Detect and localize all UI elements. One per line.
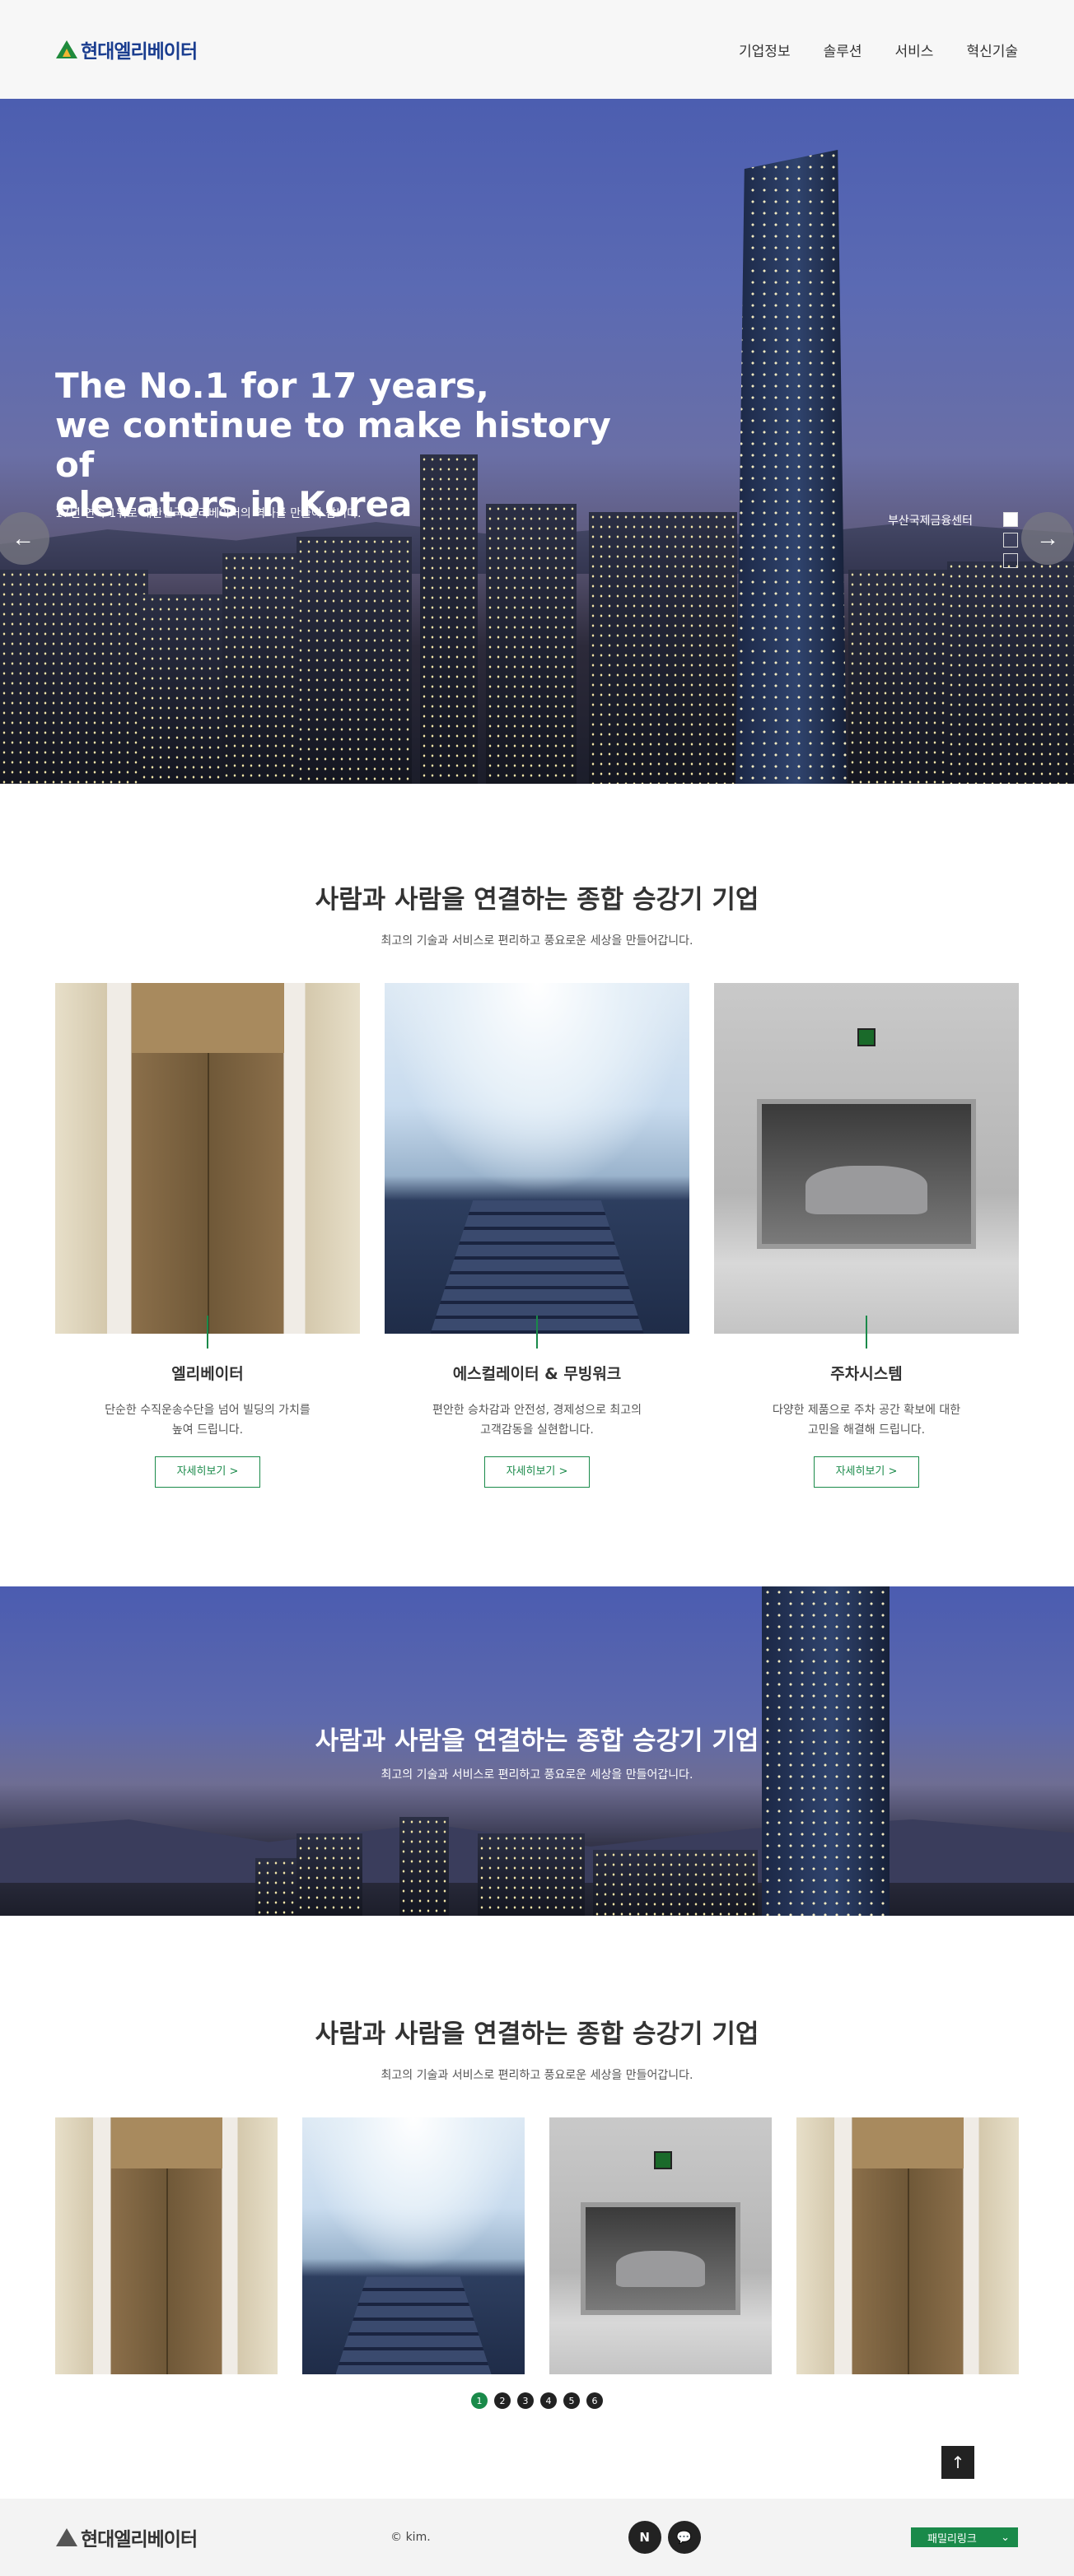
logo-triangle-icon	[56, 2528, 77, 2546]
skyscraper	[735, 150, 847, 784]
arrow-up-icon: ↑	[950, 2453, 965, 2472]
more-button[interactable]: 자세히보기 >	[814, 1456, 919, 1488]
page-dot[interactable]: 4	[540, 2392, 557, 2409]
nav-item-company[interactable]: 기업정보	[739, 40, 791, 60]
site-footer: 현대엘리베이터 © kim. N 💬 패밀리링크 ⌄	[0, 2499, 1074, 2576]
more-button[interactable]: 자세히보기 >	[484, 1456, 590, 1488]
product-card: 에스컬레이터 & 무빙워크 편안한 승차감과 안전성, 경제성으로 최고의 고객…	[385, 983, 689, 1488]
card-title: 엘리베이터	[171, 1365, 244, 1383]
hero-thumb-indicators	[1003, 512, 1018, 568]
logo-text: 현대엘리베이터	[81, 41, 198, 63]
card-description: 단순한 수직운송수단을 넘어 빌딩의 가치를 높여 드립니다.	[105, 1404, 311, 1437]
banner-subtitle: 최고의 기술과 서비스로 편리하고 풍요로운 세상을 만들어갑니다.	[381, 1768, 693, 1782]
parallax-banner: 사람과 사람을 연결하는 종합 승강기 기업 최고의 기술과 서비스로 편리하고…	[0, 1586, 1074, 1916]
card-divider	[866, 1316, 867, 1349]
copyright: © kim.	[390, 2531, 431, 2544]
family-link-select[interactable]: 패밀리링크 ⌄	[911, 2527, 1018, 2547]
product-card: 엘리베이터 단순한 수직운송수단을 넘어 빌딩의 가치를 높여 드립니다. 자세…	[55, 983, 360, 1488]
parking-sign	[653, 2150, 672, 2169]
logo-triangle-icon	[56, 40, 77, 58]
product-card: 주차시스템 다양한 제품으로 주차 공간 확보에 대한 고민을 해결해 드립니다…	[714, 983, 1019, 1488]
products-section: 사람과 사람을 연결하는 종합 승강기 기업 최고의 기술과 서비스로 편리하고…	[0, 784, 1074, 1488]
thumb-indicator[interactable]	[1003, 553, 1018, 568]
nav-item-services[interactable]: 서비스	[895, 40, 934, 60]
page-dot[interactable]: 6	[586, 2392, 603, 2409]
hero-title: The No.1 for 17 years, we continue to ma…	[55, 366, 632, 524]
section-title: 사람과 사람을 연결하는 종합 승강기 기업	[315, 2019, 759, 2049]
banner-title: 사람과 사람을 연결하는 종합 승강기 기업	[315, 1726, 759, 1756]
logo[interactable]: 현대엘리베이터	[56, 35, 198, 63]
city-skyline	[0, 1817, 1074, 1916]
footer-logo[interactable]: 현대엘리베이터	[56, 2523, 198, 2551]
card-description: 편안한 승차감과 안전성, 경제성으로 최고의 고객감동을 실현합니다.	[432, 1404, 642, 1437]
more-button[interactable]: 자세히보기 >	[155, 1456, 260, 1488]
image-gallery	[55, 2117, 1019, 2374]
nav-item-solutions[interactable]: 솔루션	[824, 40, 862, 60]
logo-text: 현대엘리베이터	[81, 2529, 198, 2550]
talk-icon[interactable]: 💬	[667, 2521, 701, 2554]
card-title: 주차시스템	[830, 1365, 903, 1383]
escalator-image	[385, 983, 689, 1334]
page-dot[interactable]: 1	[471, 2392, 488, 2409]
gallery-section: 사람과 사람을 연결하는 종합 승강기 기업 최고의 기술과 서비스로 편리하고…	[0, 1916, 1074, 2409]
hero-subtitle: 17년 연속 1위로 대한민국 엘리베이터의 역사를 만들어 갑니다.	[55, 507, 362, 520]
card-description: 다양한 제품으로 주차 공간 확보에 대한 고민을 해결해 드립니다.	[772, 1404, 961, 1437]
elevator-image	[55, 983, 360, 1334]
elevator-image[interactable]	[55, 2117, 278, 2374]
card-divider	[536, 1316, 538, 1349]
parking-system-image[interactable]	[549, 2117, 772, 2374]
chevron-down-icon: ⌄	[1001, 2531, 1010, 2544]
nav-item-innovation[interactable]: 혁신기술	[966, 40, 1018, 60]
next-slide-button[interactable]: →	[1021, 512, 1074, 565]
elevator-image[interactable]	[796, 2117, 1019, 2374]
city-skyline	[0, 454, 1074, 784]
parking-sign	[857, 1028, 876, 1047]
page-dot[interactable]: 5	[563, 2392, 580, 2409]
escalator-image[interactable]	[302, 2117, 525, 2374]
naver-blog-icon[interactable]: N	[628, 2521, 661, 2554]
section-title: 사람과 사람을 연결하는 종합 승강기 기업	[315, 885, 759, 915]
arrow-left-icon: ←	[12, 525, 35, 551]
parking-system-image	[714, 983, 1019, 1334]
section-subtitle: 최고의 기술과 서비스로 편리하고 풍요로운 세상을 만들어갑니다.	[381, 2069, 693, 2082]
thumb-indicator[interactable]	[1003, 533, 1018, 547]
main-nav: 기업정보 솔루션 서비스 혁신기술	[739, 40, 1018, 60]
scroll-top-button[interactable]: ↑	[941, 2446, 974, 2479]
section-subtitle: 최고의 기술과 서비스로 편리하고 풍요로운 세상을 만들어갑니다.	[381, 934, 693, 948]
site-header: 현대엘리베이터 기업정보 솔루션 서비스 혁신기술	[0, 0, 1074, 99]
social-links: N 💬	[628, 2521, 701, 2554]
arrow-right-icon: →	[1036, 525, 1059, 551]
hero-caption: 부산국제금융센터	[888, 515, 974, 528]
product-cards: 엘리베이터 단순한 수직운송수단을 넘어 빌딩의 가치를 높여 드립니다. 자세…	[55, 983, 1019, 1488]
hero-title-line: The No.1 for 17 years,	[55, 366, 489, 406]
card-divider	[207, 1316, 208, 1349]
gallery-pagination: 1 2 3 4 5 6	[0, 2392, 1074, 2409]
page-dot[interactable]: 3	[517, 2392, 534, 2409]
hero-slider: The No.1 for 17 years, we continue to ma…	[0, 99, 1074, 784]
page-dot[interactable]: 2	[494, 2392, 511, 2409]
hero-title-line: we continue to make history of	[55, 405, 611, 485]
card-title: 에스컬레이터 & 무빙워크	[452, 1365, 622, 1383]
family-link-label: 패밀리링크	[927, 2532, 977, 2546]
thumb-indicator[interactable]	[1003, 512, 1018, 527]
